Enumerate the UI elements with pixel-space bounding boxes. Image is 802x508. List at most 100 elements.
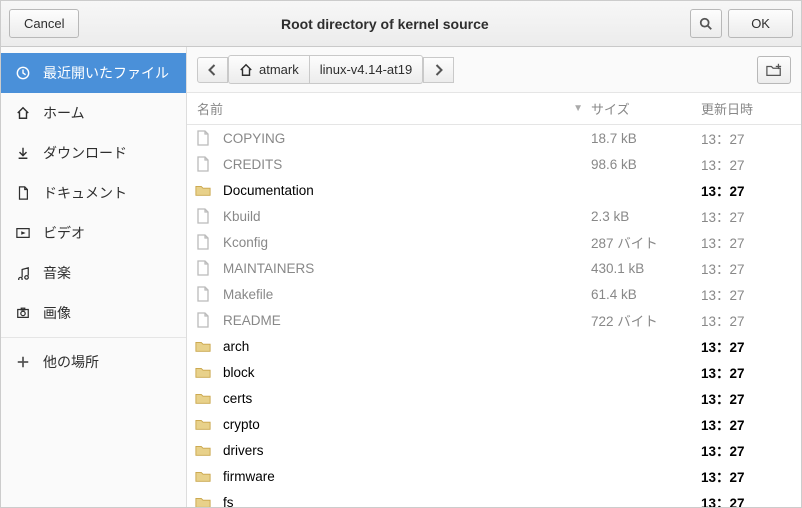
pathbar: atmark linux-v4.14-at19: [187, 47, 801, 93]
file-row[interactable]: Makefile61.4 kB13：27: [187, 281, 801, 307]
home-icon: [239, 63, 253, 77]
file-name: README: [219, 313, 591, 328]
file-row[interactable]: Kbuild2.3 kB13：27: [187, 203, 801, 229]
file-date: 13：27: [701, 232, 791, 252]
file-date: 13：27: [701, 284, 791, 304]
folder-row[interactable]: certs13：27: [187, 385, 801, 411]
file-icon: [193, 130, 213, 146]
folder-row[interactable]: crypto13：27: [187, 411, 801, 437]
file-name: COPYING: [219, 131, 591, 146]
file-row[interactable]: COPYING18.7 kB13：27: [187, 125, 801, 151]
folder-row[interactable]: drivers 13：27: [187, 437, 801, 463]
sidebar-item-label: ダウンロード: [43, 143, 127, 163]
titlebar: Cancel Root directory of kernel source O…: [1, 1, 801, 47]
file-date: 13：27: [701, 492, 791, 507]
sidebar-item-home[interactable]: ホーム: [1, 93, 186, 133]
file-icon: [193, 286, 213, 302]
path-segment[interactable]: linux-v4.14-at19: [310, 55, 424, 84]
file-name: firmware: [219, 469, 591, 484]
file-name: block: [219, 365, 591, 380]
column-name[interactable]: 名前 ▼: [193, 99, 591, 118]
sidebar-item-music[interactable]: 音楽: [1, 253, 186, 293]
path-segment-label: linux-v4.14-at19: [320, 62, 413, 77]
sidebar-item-label: 他の場所: [43, 352, 99, 372]
sidebar-item-recent[interactable]: 最近開いたファイル: [1, 53, 186, 93]
file-date: 13：27: [701, 310, 791, 330]
file-date: 13：27: [701, 466, 791, 486]
sidebar-item-picture[interactable]: 画像: [1, 293, 186, 333]
sidebar-item-label: 最近開いたファイル: [43, 63, 169, 83]
separator: [1, 337, 186, 338]
file-name: arch: [219, 339, 591, 354]
new-folder-button[interactable]: [757, 56, 791, 84]
dialog-title: Root directory of kernel source: [281, 16, 489, 32]
file-name: Documentation: [219, 183, 591, 198]
column-headers: 名前 ▼ サイズ 更新日時: [187, 93, 801, 125]
file-name: CREDITS: [219, 157, 591, 172]
folder-icon: [193, 182, 213, 198]
folder-row[interactable]: block 13：27: [187, 359, 801, 385]
sidebar-item-download[interactable]: ダウンロード: [1, 133, 186, 173]
search-button[interactable]: [690, 9, 722, 38]
sidebar-item-label: ホーム: [43, 103, 85, 123]
sidebar-item-label: 画像: [43, 303, 71, 323]
sidebar: 最近開いたファイルホームダウンロードドキュメントビデオ音楽画像 他の場所: [1, 47, 187, 507]
file-date: 13：27: [701, 128, 791, 148]
file-name: fs: [219, 495, 591, 508]
folder-icon: [193, 390, 213, 406]
file-date: 13：27: [701, 180, 791, 200]
download-icon: [15, 145, 31, 161]
file-name: Kconfig: [219, 235, 591, 250]
file-date: 13：27: [701, 440, 791, 460]
sidebar-item-label: ドキュメント: [43, 183, 127, 203]
video-icon: [15, 225, 31, 241]
file-date: 13：27: [701, 388, 791, 408]
file-date: 13：27: [701, 154, 791, 174]
file-name: MAINTAINERS: [219, 261, 591, 276]
file-date: 13：27: [701, 362, 791, 382]
chevron-left-icon: [208, 64, 217, 76]
folder-row[interactable]: arch 13：27: [187, 333, 801, 359]
folder-row[interactable]: fs 13：27: [187, 489, 801, 507]
file-row[interactable]: README722 バイト13：27: [187, 307, 801, 333]
search-icon: [699, 17, 713, 31]
file-row[interactable]: CREDITS98.6 kB13：27: [187, 151, 801, 177]
file-date: 13：27: [701, 206, 791, 226]
file-size: 98.6 kB: [591, 157, 701, 172]
folder-icon: [193, 364, 213, 380]
column-size[interactable]: サイズ: [591, 99, 701, 118]
file-name: crypto: [219, 417, 591, 432]
picture-icon: [15, 305, 31, 321]
recent-icon: [15, 65, 31, 81]
column-date[interactable]: 更新日時: [701, 99, 791, 118]
folder-icon: [193, 442, 213, 458]
file-size: 2.3 kB: [591, 209, 701, 224]
home-icon: [15, 105, 31, 121]
cancel-button[interactable]: Cancel: [9, 9, 79, 38]
folder-row[interactable]: firmware 13：27: [187, 463, 801, 489]
document-icon: [15, 185, 31, 201]
file-size: 18.7 kB: [591, 131, 701, 146]
file-date: 13：27: [701, 336, 791, 356]
sidebar-item-video[interactable]: ビデオ: [1, 213, 186, 253]
file-list[interactable]: COPYING18.7 kB13：27CREDITS98.6 kB13：27Do…: [187, 125, 801, 507]
file-name: drivers: [219, 443, 591, 458]
file-icon: [193, 234, 213, 250]
file-size: 722 バイト: [591, 310, 701, 330]
file-icon: [193, 312, 213, 328]
file-name: Kbuild: [219, 209, 591, 224]
plus-icon: [15, 354, 31, 370]
path-back-button[interactable]: [197, 57, 228, 83]
folder-row[interactable]: Documentation 13：27: [187, 177, 801, 203]
file-row[interactable]: MAINTAINERS430.1 kB13：27: [187, 255, 801, 281]
path-forward-button[interactable]: [423, 57, 454, 83]
ok-button[interactable]: OK: [728, 9, 793, 38]
chevron-right-icon: [434, 64, 443, 76]
folder-icon: [193, 338, 213, 354]
sidebar-item-label: ビデオ: [43, 223, 85, 243]
file-row[interactable]: Kconfig287 バイト13：27: [187, 229, 801, 255]
sort-indicator-icon: ▼: [573, 103, 583, 114]
sidebar-item-document[interactable]: ドキュメント: [1, 173, 186, 213]
path-segment[interactable]: atmark: [228, 55, 310, 84]
sidebar-item-other[interactable]: 他の場所: [1, 342, 186, 382]
